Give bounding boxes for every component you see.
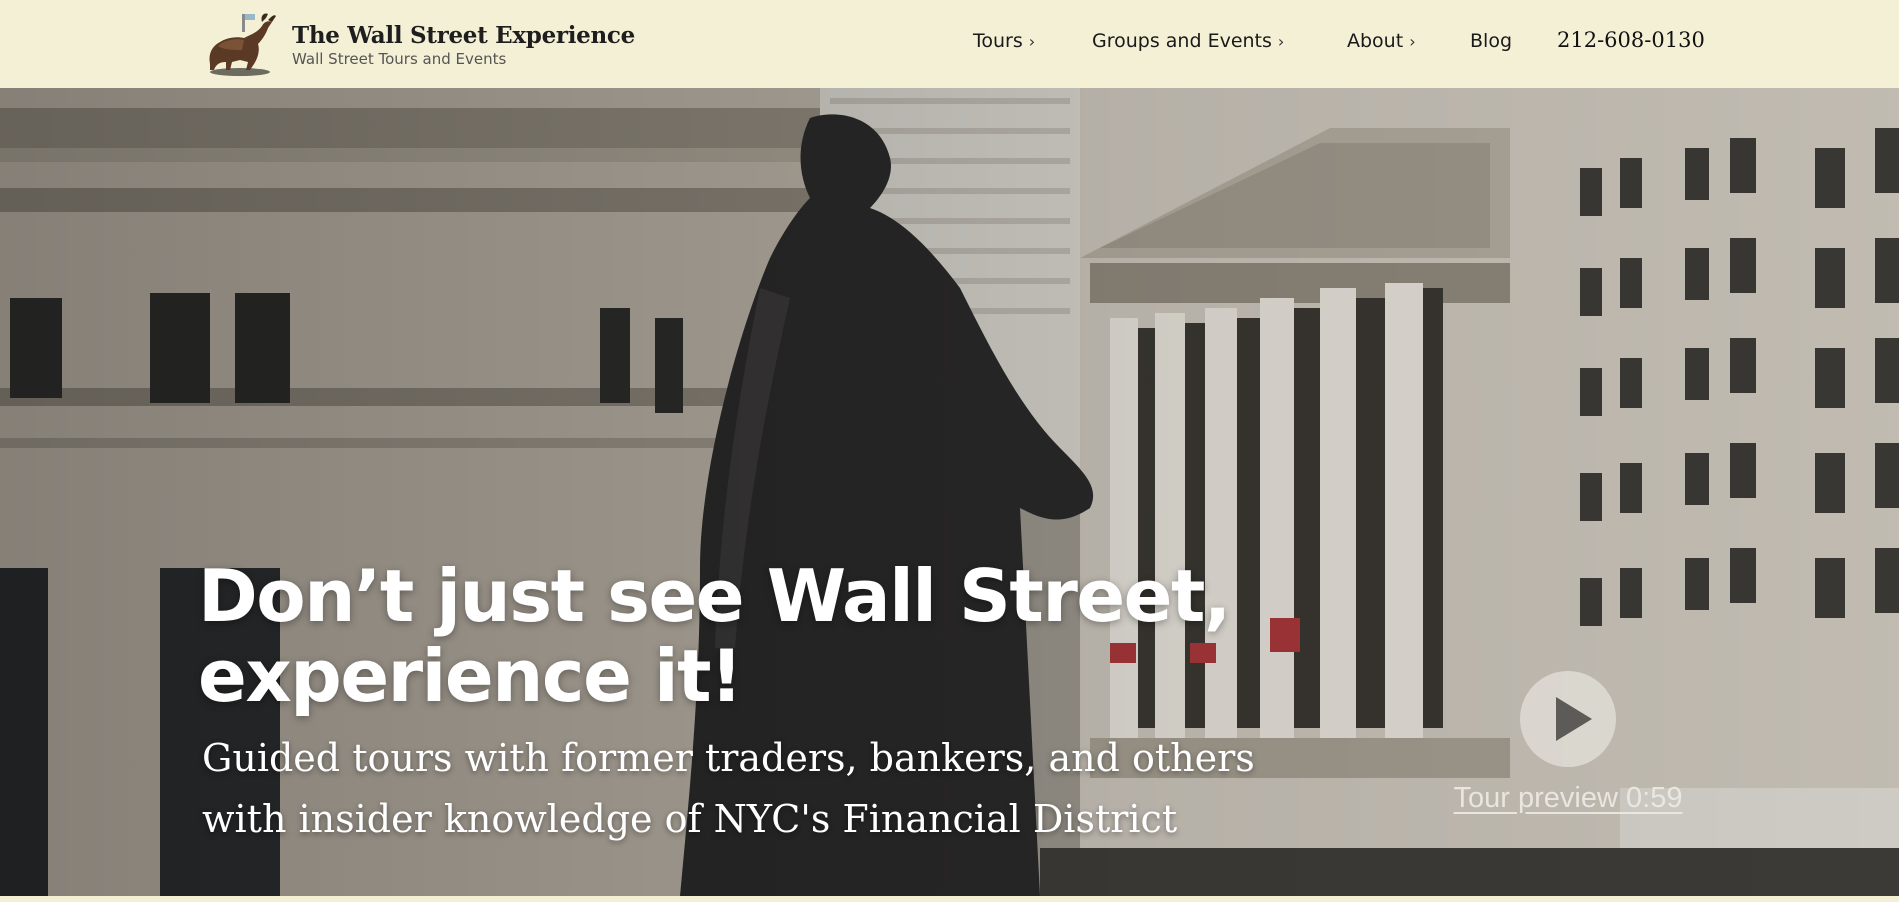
subhead-line-2: with insider knowledge of NYC's Financia…	[202, 797, 1178, 841]
headline-line-2: experience it!	[198, 634, 743, 718]
nav-blog-label: Blog	[1470, 30, 1512, 52]
nav-about-label: About	[1347, 30, 1404, 52]
subhead-line-1: Guided tours with former traders, banker…	[202, 736, 1255, 780]
chevron-right-icon: ›	[1277, 32, 1285, 51]
phone-number-link[interactable]: 212-608-0130	[1557, 28, 1705, 52]
chevron-right-icon: ›	[1409, 32, 1416, 51]
page-bottom-edge	[0, 896, 1899, 902]
bull-statue-icon	[209, 13, 276, 76]
brand-subtitle: Wall Street Tours and Events	[292, 50, 507, 68]
nav-tours[interactable]: Tours ›	[973, 30, 1035, 52]
tour-preview-link[interactable]: Tour preview 0:59	[1437, 782, 1699, 815]
nav-groups-and-events[interactable]: Groups and Events ›	[1092, 30, 1284, 52]
headline-line-1: Don’t just see Wall Street,	[198, 554, 1231, 638]
brand-link[interactable]: The Wall Street Experience Wall Street T…	[202, 10, 635, 78]
tour-preview: Tour preview 0:59	[1437, 671, 1699, 815]
nav-blog[interactable]: Blog	[1470, 30, 1512, 52]
brand-title[interactable]: The Wall Street Experience	[292, 22, 635, 49]
play-video-button[interactable]	[1520, 671, 1616, 767]
hero-section: Don’t just see Wall Street, experience i…	[0, 88, 1899, 896]
hero-subheadline: Guided tours with former traders, banker…	[202, 728, 1302, 850]
nav-groups-label: Groups and Events	[1092, 30, 1272, 52]
play-icon	[1556, 697, 1592, 741]
nav-tours-label: Tours	[973, 30, 1023, 52]
chevron-right-icon: ›	[1028, 32, 1036, 51]
hero-headline: Don’t just see Wall Street, experience i…	[198, 556, 1298, 716]
site-header: The Wall Street Experience Wall Street T…	[0, 0, 1899, 88]
nav-about[interactable]: About ›	[1347, 30, 1416, 52]
